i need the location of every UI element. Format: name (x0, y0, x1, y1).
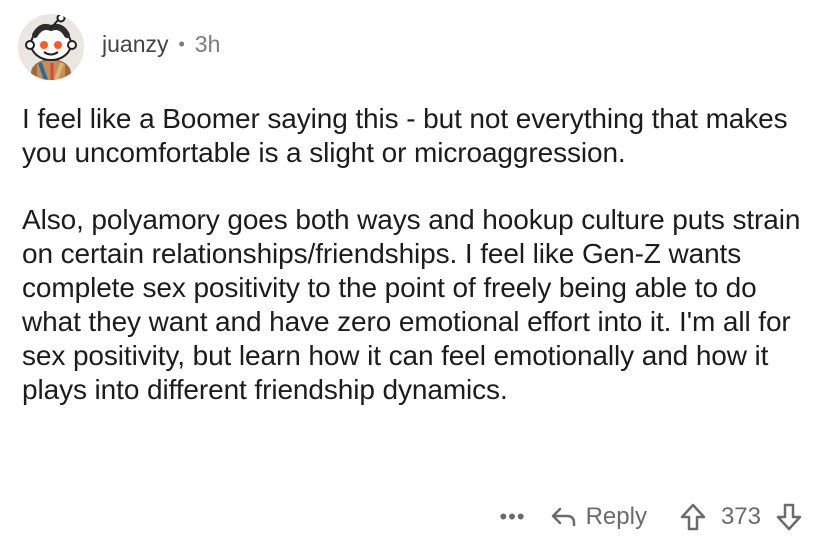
vote-controls: 373 (679, 502, 803, 532)
downvote-arrow-icon[interactable] (775, 502, 803, 532)
username[interactable]: juanzy (102, 31, 168, 58)
comment-body: I feel like a Boomer saying this - but n… (22, 102, 802, 407)
comment-actions: ••• Reply 373 (499, 496, 803, 538)
vote-score: 373 (720, 503, 761, 530)
comment-meta: juanzy • 3h (102, 31, 220, 58)
meta-separator: • (178, 34, 185, 54)
comment-paragraph-2: Also, polyamory goes both ways and hooku… (22, 204, 801, 405)
upvote-arrow-icon[interactable] (679, 502, 707, 532)
comment-timestamp: 3h (194, 30, 221, 57)
comment-header: juanzy • 3h (18, 12, 220, 82)
avatar-illustration (18, 14, 84, 80)
comment-card: juanzy • 3h I feel like a Boomer saying … (0, 0, 825, 546)
reply-button[interactable]: Reply (550, 503, 647, 531)
comment-paragraph-1: I feel like a Boomer saying this - but n… (22, 103, 788, 168)
reply-label: Reply (585, 503, 647, 530)
more-options-button[interactable]: ••• (499, 506, 525, 528)
user-avatar[interactable] (18, 14, 84, 80)
reply-arrow-icon (550, 505, 586, 529)
